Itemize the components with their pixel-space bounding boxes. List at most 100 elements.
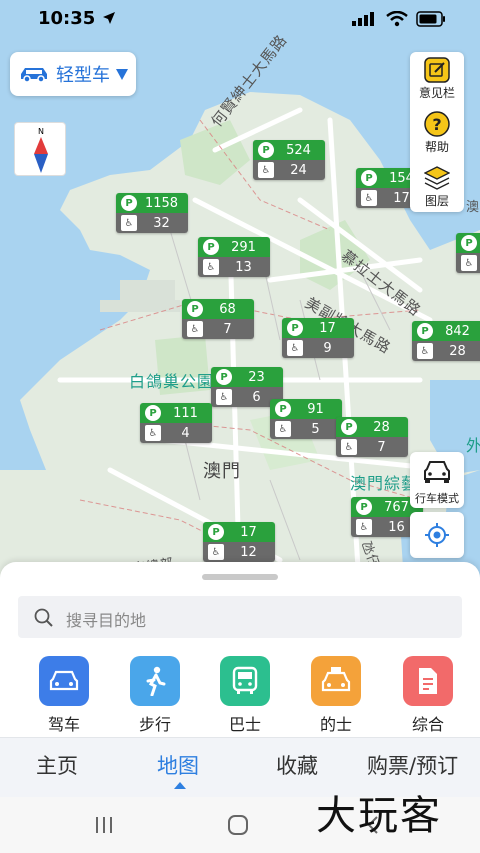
search-icon (34, 608, 53, 627)
parking-icon: P (361, 170, 377, 186)
sheet-drag-handle[interactable] (202, 574, 278, 580)
tab-home[interactable]: 主页 (36, 750, 78, 780)
category-label: 综合 (411, 715, 444, 734)
car-front-icon (424, 461, 450, 483)
parking-marker[interactable]: P 842 ♿ 28 (412, 321, 480, 361)
wheelchair-icon: ♿ (258, 162, 274, 178)
tab-favorites[interactable]: 收藏 (276, 750, 318, 780)
parking-spaces: 17 (319, 320, 336, 336)
car-icon (39, 656, 89, 706)
layers-label: 图层 (424, 194, 449, 208)
category-drive[interactable]: 驾车 (34, 656, 94, 735)
drive-mode-label: 行车模式 (415, 492, 459, 505)
watermark: 大玩客 (316, 793, 442, 839)
compass-north-label: N (38, 127, 44, 136)
home-icon[interactable] (227, 814, 249, 836)
parking-marker[interactable]: P 17 ♿ 9 (282, 318, 354, 358)
parking-icon: P (341, 419, 357, 435)
taxi-icon (311, 656, 361, 706)
wheelchair-icon: ♿ (356, 519, 372, 535)
wheelchair-icon: ♿ (461, 255, 477, 271)
vehicle-type-selector[interactable]: 轻型车 (10, 52, 136, 96)
help-icon: ? (424, 111, 450, 137)
disabled-spaces: 9 (323, 340, 332, 356)
parking-spaces: 524 (286, 142, 311, 158)
walk-icon (130, 656, 180, 706)
city-label: 澳門 (203, 461, 241, 482)
bus-icon (220, 656, 270, 706)
wheelchair-icon: ♿ (203, 259, 219, 275)
category-label: 巴士 (228, 715, 261, 734)
park-label: 白鴿巢公園 (129, 372, 215, 391)
wheelchair-icon: ♿ (361, 190, 377, 206)
map-label-partial: 澳 (466, 200, 480, 215)
layers-button[interactable]: 图层 (410, 160, 464, 213)
locate-icon (425, 523, 449, 547)
help-label: 帮助 (424, 140, 449, 154)
parking-spaces: 842 (445, 323, 470, 339)
disabled-spaces: 4 (181, 425, 190, 441)
disabled-spaces: 13 (235, 259, 252, 275)
category-taxi[interactable]: 的士 (306, 656, 366, 735)
parking-marker[interactable]: P 28 ♿ 7 (336, 417, 408, 457)
feedback-label: 意见栏 (418, 86, 455, 100)
disabled-spaces: 32 (153, 215, 170, 231)
parking-icon: P (187, 301, 203, 317)
parking-spaces: 1158 (144, 195, 179, 211)
parking-spaces: 28 (373, 419, 390, 435)
disabled-spaces: 7 (223, 321, 232, 337)
parking-marker[interactable]: P 1158 ♿ 32 (116, 193, 188, 233)
bottom-sheet: 搜寻目的地 驾车 步行 巴士 的士 综合 (0, 562, 480, 742)
wheelchair-icon: ♿ (275, 421, 291, 437)
svg-text:?: ? (432, 115, 441, 134)
parking-marker[interactable]: P 291 ♿ 13 (198, 237, 270, 277)
parking-marker[interactable]: P 524 ♿ 24 (253, 140, 325, 180)
category-combined[interactable]: 综合 (398, 656, 458, 735)
parking-spaces: 291 (231, 239, 256, 255)
car-icon (21, 68, 47, 83)
parking-icon: P (121, 195, 137, 211)
category-bus[interactable]: 巴士 (215, 656, 275, 735)
parking-icon: P (145, 405, 161, 421)
feedback-button[interactable]: 意见栏 (410, 52, 464, 105)
parking-icon: P (208, 524, 224, 540)
map-label-partial: 外 (466, 436, 480, 455)
parking-icon: P (258, 142, 274, 158)
signal-icon (352, 12, 374, 26)
recent-apps-icon[interactable] (94, 816, 114, 834)
parking-marker[interactable]: P 111 ♿ 4 (140, 403, 212, 443)
parking-marker[interactable]: P 17 ♿ 12 (203, 522, 275, 562)
locate-me-button[interactable] (410, 512, 464, 558)
wheelchair-icon: ♿ (216, 389, 232, 405)
parking-icon: P (356, 499, 372, 515)
status-bar: 10:35 (0, 0, 480, 40)
category-label: 的士 (319, 715, 352, 734)
wifi-icon (386, 11, 408, 27)
location-arrow-icon (103, 12, 115, 24)
tab-tickets[interactable]: 购票/预订 (367, 750, 458, 780)
wheelchair-icon: ♿ (145, 425, 161, 441)
category-walk[interactable]: 步行 (125, 656, 185, 735)
disabled-spaces: 12 (240, 544, 257, 560)
wheelchair-icon: ♿ (287, 340, 303, 356)
parking-marker[interactable]: P 91 ♿ 5 (270, 399, 342, 439)
parking-icon: P (216, 369, 232, 385)
parking-marker[interactable]: P♿5 (456, 233, 480, 273)
parking-spaces: 68 (219, 301, 236, 317)
wheelchair-icon: ♿ (341, 439, 357, 455)
wheelchair-icon: ♿ (417, 343, 433, 359)
parking-icon: P (275, 401, 291, 417)
search-placeholder: 搜寻目的地 (66, 611, 147, 630)
parking-marker[interactable]: P 68 ♿ 7 (182, 299, 254, 339)
edit-icon (424, 57, 450, 83)
drive-mode-button[interactable]: 行车模式 (410, 452, 464, 508)
layers-icon (424, 166, 450, 190)
search-bar[interactable]: 搜寻目的地 (18, 596, 462, 638)
category-label: 驾车 (47, 715, 80, 734)
compass-button[interactable]: N (14, 122, 66, 176)
disabled-spaces: 28 (449, 343, 466, 359)
wheelchair-icon: ♿ (187, 321, 203, 337)
parking-spaces: 111 (173, 405, 198, 421)
tab-map[interactable]: 地图 (157, 750, 199, 780)
help-button[interactable]: ? 帮助 (410, 106, 464, 159)
